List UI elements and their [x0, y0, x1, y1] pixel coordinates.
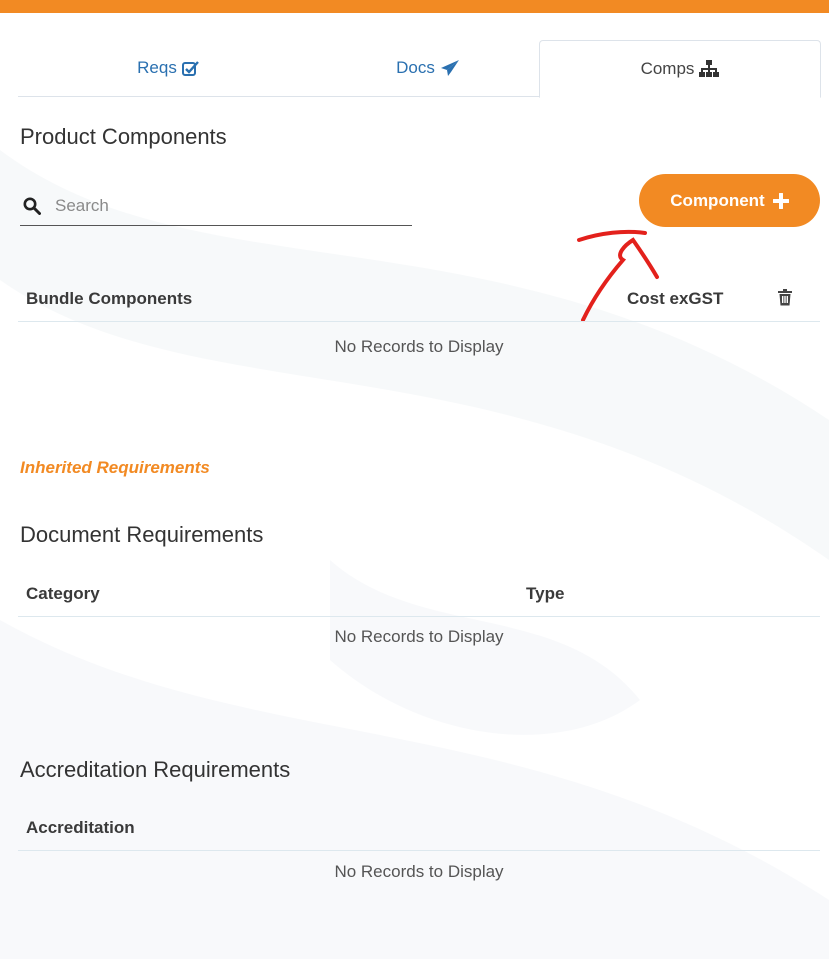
- accreditation-requirements-title: Accreditation Requirements: [20, 757, 291, 782]
- check-square-icon: [181, 60, 199, 76]
- tab-reqs[interactable]: Reqs: [18, 40, 318, 96]
- sitemap-icon: [699, 60, 720, 78]
- tab-docs-label: Docs: [396, 58, 435, 77]
- document-requirements-header: Category Type: [18, 572, 820, 617]
- tab-docs[interactable]: Docs: [318, 40, 538, 96]
- tab-comps[interactable]: Comps: [539, 40, 821, 98]
- document-requirements-empty: No Records to Display: [334, 627, 504, 646]
- add-component-button[interactable]: Component: [639, 174, 820, 227]
- bundle-components-header: Bundle Components Cost exGST: [18, 277, 820, 322]
- bundle-components-empty: No Records to Display: [334, 337, 504, 356]
- paper-plane-icon: [440, 59, 460, 77]
- product-components-title: Product Components: [20, 124, 227, 149]
- document-requirements-title: Document Requirements: [20, 522, 264, 547]
- tab-comps-label: Comps: [640, 59, 695, 78]
- plus-icon: [772, 192, 789, 209]
- search-box: [20, 187, 412, 226]
- add-component-label: Component: [670, 190, 765, 210]
- tab-reqs-label: Reqs: [137, 58, 177, 77]
- col-accreditation: Accreditation: [26, 818, 135, 837]
- trash-icon[interactable]: [778, 289, 792, 311]
- col-cost-exgst: Cost exGST: [627, 289, 724, 308]
- col-category: Category: [26, 584, 100, 603]
- accreditation-requirements-header: Accreditation: [18, 806, 820, 851]
- tab-bar: Reqs Docs Comps: [18, 40, 821, 98]
- search-input[interactable]: [53, 195, 397, 217]
- search-icon: [23, 197, 41, 215]
- accreditation-requirements-empty: No Records to Display: [334, 862, 504, 881]
- inherited-requirements-label: Inherited Requirements: [20, 458, 210, 477]
- col-bundle-components: Bundle Components: [26, 289, 193, 308]
- top-accent-bar: [0, 0, 829, 13]
- col-type: Type: [526, 584, 565, 603]
